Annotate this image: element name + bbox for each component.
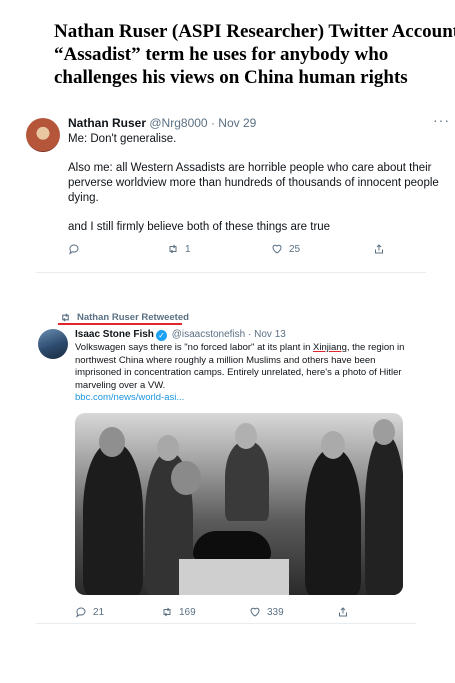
tweet-text-part: Volkswagen says there is "no forced labo…	[75, 342, 314, 353]
tweet-paragraph: Also me: all Western Assadists are horri…	[68, 162, 439, 204]
retweet-button[interactable]: 169	[161, 606, 196, 618]
reply-button[interactable]	[68, 243, 80, 255]
tweet-paragraph: Me: Don't generalise.	[68, 133, 177, 145]
like-button[interactable]: 339	[249, 606, 284, 618]
tweet-header: Nathan Ruser @Nrg8000 · Nov 29	[68, 116, 256, 130]
heart-icon	[272, 244, 282, 254]
retweet-icon	[62, 313, 69, 322]
like-count: 339	[267, 606, 284, 618]
share-icon	[339, 607, 347, 617]
headline-line-2: “Assadist” term he uses for anybody who	[54, 44, 389, 65]
avatar[interactable]	[26, 118, 60, 152]
tweet-paragraph: and I still firmly believe both of these…	[68, 221, 331, 233]
divider	[36, 623, 416, 624]
tweet-actions: 1 25	[68, 243, 408, 257]
more-options-icon[interactable]: ···	[433, 112, 450, 128]
reply-icon	[76, 607, 86, 618]
headline-line-1: Nathan Ruser (ASPI Researcher) Twitter A…	[54, 21, 455, 42]
author-name[interactable]: Isaac Stone Fish	[75, 329, 154, 340]
heart-icon	[250, 607, 260, 617]
retweeted-by-text: Nathan Ruser Retweeted	[77, 312, 189, 323]
reply-icon	[69, 244, 79, 255]
avatar[interactable]	[38, 329, 68, 359]
author-name[interactable]: Nathan Ruser	[68, 116, 146, 130]
author-handle[interactable]: @Nrg8000	[149, 116, 207, 130]
author-handle[interactable]: @isaacstonefish	[172, 329, 246, 340]
xinjiang-highlight: Xinjiang	[313, 342, 347, 353]
retweet-count: 1	[185, 243, 191, 255]
tweet-text: Volkswagen says there is "no forced labo…	[75, 342, 405, 405]
red-underline	[58, 323, 182, 325]
share-icon	[375, 244, 383, 254]
tweet-photo[interactable]	[75, 413, 403, 595]
like-count: 25	[289, 243, 301, 255]
retweet-button[interactable]: 1	[167, 243, 191, 255]
reply-button[interactable]: 21	[75, 606, 104, 618]
reply-count: 21	[93, 606, 105, 618]
article-link[interactable]: bbc.com/news/world-asi...	[75, 392, 184, 403]
share-button[interactable]	[337, 606, 349, 618]
divider	[36, 272, 426, 273]
share-button[interactable]	[373, 243, 385, 255]
retweeted-by-label[interactable]: Nathan Ruser Retweeted	[60, 312, 189, 323]
headline: Nathan Ruser (ASPI Researcher) Twitter A…	[54, 20, 455, 89]
tweet-date[interactable]: Nov 13	[254, 329, 286, 340]
tweet-date[interactable]: Nov 29	[218, 116, 256, 130]
tweet-actions: 21 169 339	[75, 606, 405, 620]
retweet-icon	[163, 607, 171, 617]
retweet-icon	[169, 244, 177, 254]
tweet-text: Me: Don't generalise. Also me: all Weste…	[68, 132, 440, 249]
separator: ·	[248, 329, 252, 340]
headline-line-3: challenges his views on China human righ…	[54, 67, 408, 88]
separator: ·	[210, 116, 215, 130]
tweet-header: Isaac Stone Fish ✓ @isaacstonefish · Nov …	[75, 329, 286, 341]
verified-badge-icon: ✓	[155, 330, 167, 341]
like-button[interactable]: 25	[271, 243, 300, 255]
retweet-count: 169	[179, 606, 196, 618]
